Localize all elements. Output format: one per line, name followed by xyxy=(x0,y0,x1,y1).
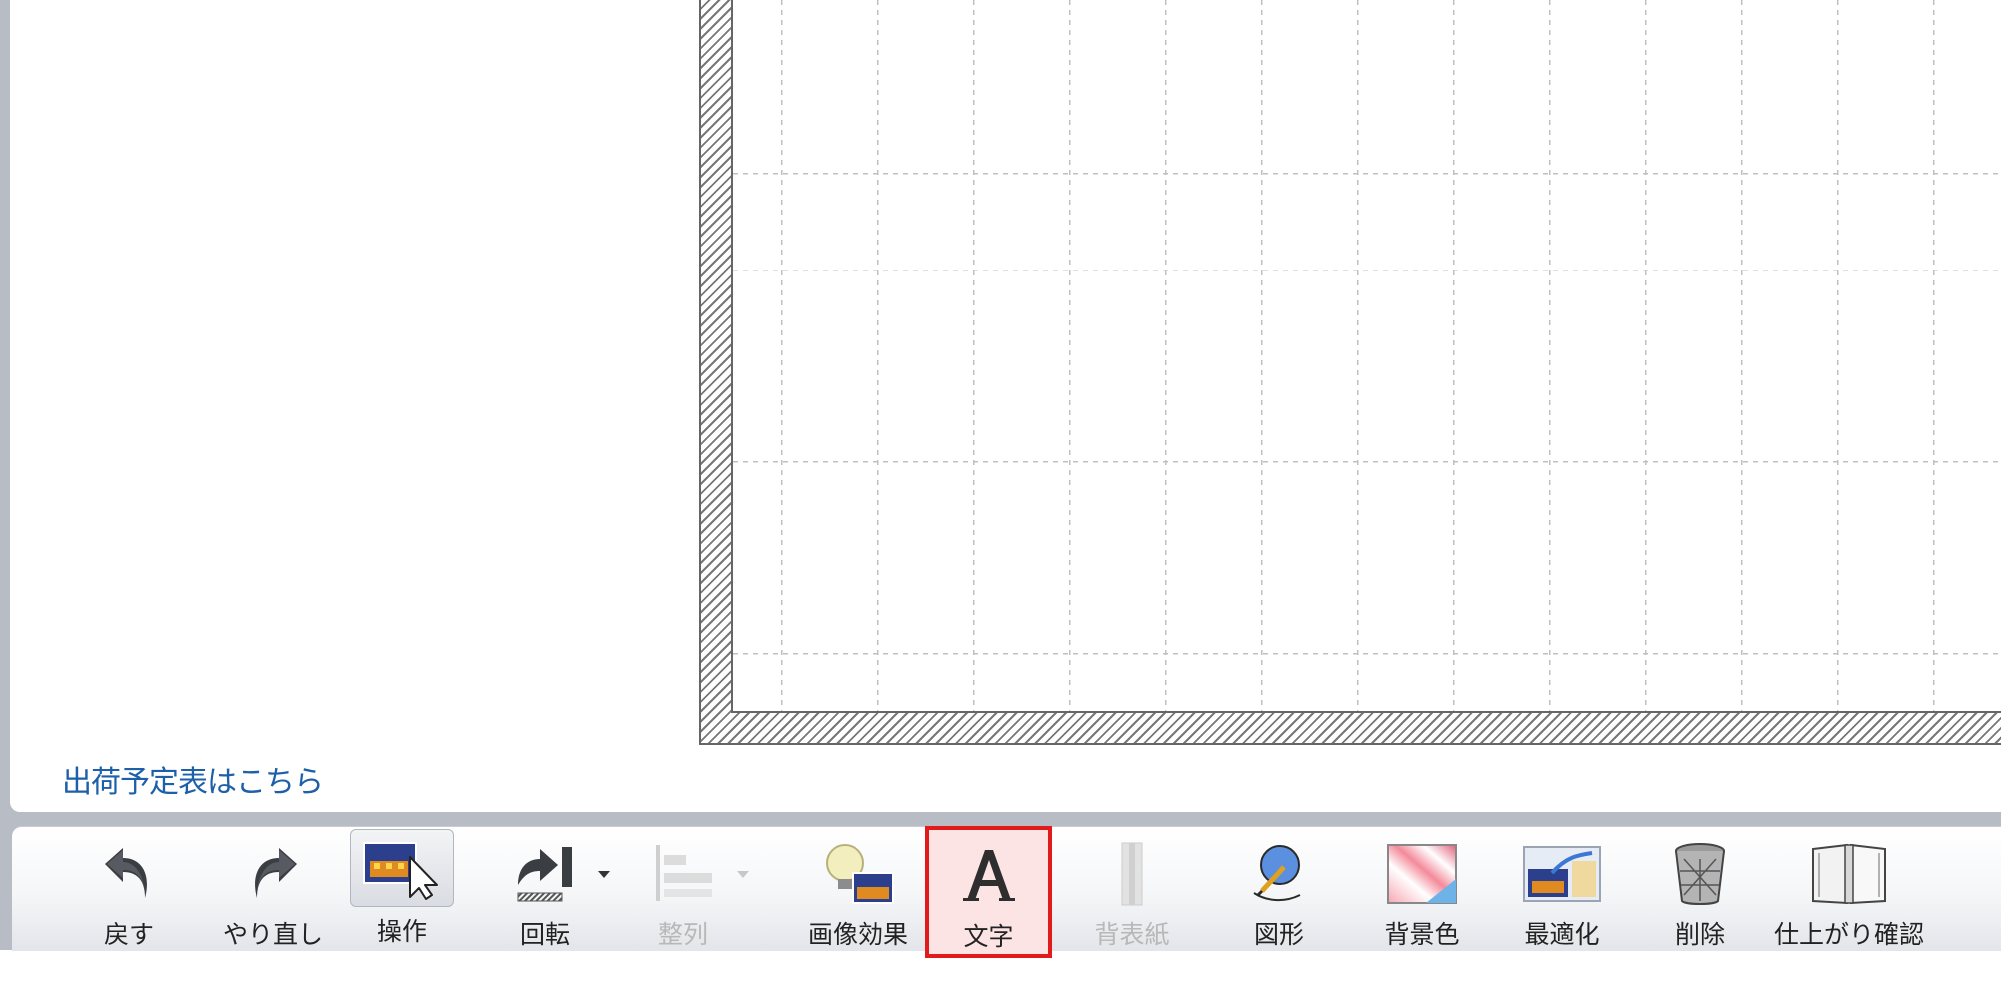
rotate-button[interactable]: 回転 xyxy=(490,827,600,951)
select-cursor-icon xyxy=(350,829,454,907)
align-label: 整列 xyxy=(657,920,708,949)
align-dropdown-chevron-icon[interactable] xyxy=(737,871,749,878)
operate-button[interactable]: 操作 xyxy=(340,827,464,951)
shipping-schedule-link[interactable]: 出荷予定表はこちら xyxy=(62,757,324,801)
bottom-toolbar: 戻す やり直し 操作 回転 整列 画像効果 文字 背表紙 図形 背景色 最適化 … xyxy=(12,826,2001,958)
spine-icon xyxy=(1087,838,1177,910)
redo-label: やり直し xyxy=(222,920,323,949)
main-panel: 出荷予定表はこちら xyxy=(10,0,2001,812)
text-button[interactable]: 文字 xyxy=(925,826,1052,958)
trash-icon xyxy=(1655,838,1745,910)
align-icon xyxy=(638,838,728,910)
rotate-dropdown-chevron-icon[interactable] xyxy=(598,871,610,878)
redo-button[interactable]: やり直し xyxy=(208,827,338,951)
undo-button[interactable]: 戻す xyxy=(70,827,188,951)
image-effect-button[interactable]: 画像効果 xyxy=(788,827,928,951)
optimize-icon xyxy=(1517,838,1607,910)
preview-button[interactable]: 仕上がり確認 xyxy=(1774,827,1924,951)
undo-label: 戻す xyxy=(103,920,154,949)
background-color-icon xyxy=(1377,838,1467,910)
app-frame: 出荷予定表はこちら 戻す やり直し 操作 回転 整列 画像効果 文字 背表紙 図… xyxy=(0,0,2001,958)
preview-label: 仕上がり確認 xyxy=(1774,920,1925,949)
spine-label: 背表紙 xyxy=(1094,920,1170,949)
rotate-label: 回転 xyxy=(519,920,570,949)
shape-icon xyxy=(1234,838,1324,910)
background-color-button[interactable]: 背景色 xyxy=(1358,827,1486,951)
spine-button[interactable]: 背表紙 xyxy=(1072,827,1192,951)
shape-button[interactable]: 図形 xyxy=(1220,827,1338,951)
background-color-label: 背景色 xyxy=(1384,920,1460,949)
delete-label: 削除 xyxy=(1674,920,1725,949)
design-canvas[interactable] xyxy=(699,0,2001,745)
text-label: 文字 xyxy=(963,922,1014,951)
canvas-grid[interactable] xyxy=(731,0,2001,713)
book-preview-icon xyxy=(1804,838,1894,910)
rotate-icon xyxy=(500,838,590,910)
delete-button[interactable]: 削除 xyxy=(1646,827,1754,951)
align-button[interactable]: 整列 xyxy=(628,827,738,951)
undo-arrow-icon xyxy=(84,838,174,910)
image-effect-label: 画像効果 xyxy=(807,920,908,949)
text-a-icon xyxy=(944,838,1034,912)
optimize-label: 最適化 xyxy=(1524,920,1600,949)
redo-arrow-icon xyxy=(228,838,318,910)
shape-label: 図形 xyxy=(1253,920,1304,949)
operate-label: 操作 xyxy=(376,917,427,946)
image-effect-icon xyxy=(813,838,903,910)
optimize-button[interactable]: 最適化 xyxy=(1498,827,1626,951)
